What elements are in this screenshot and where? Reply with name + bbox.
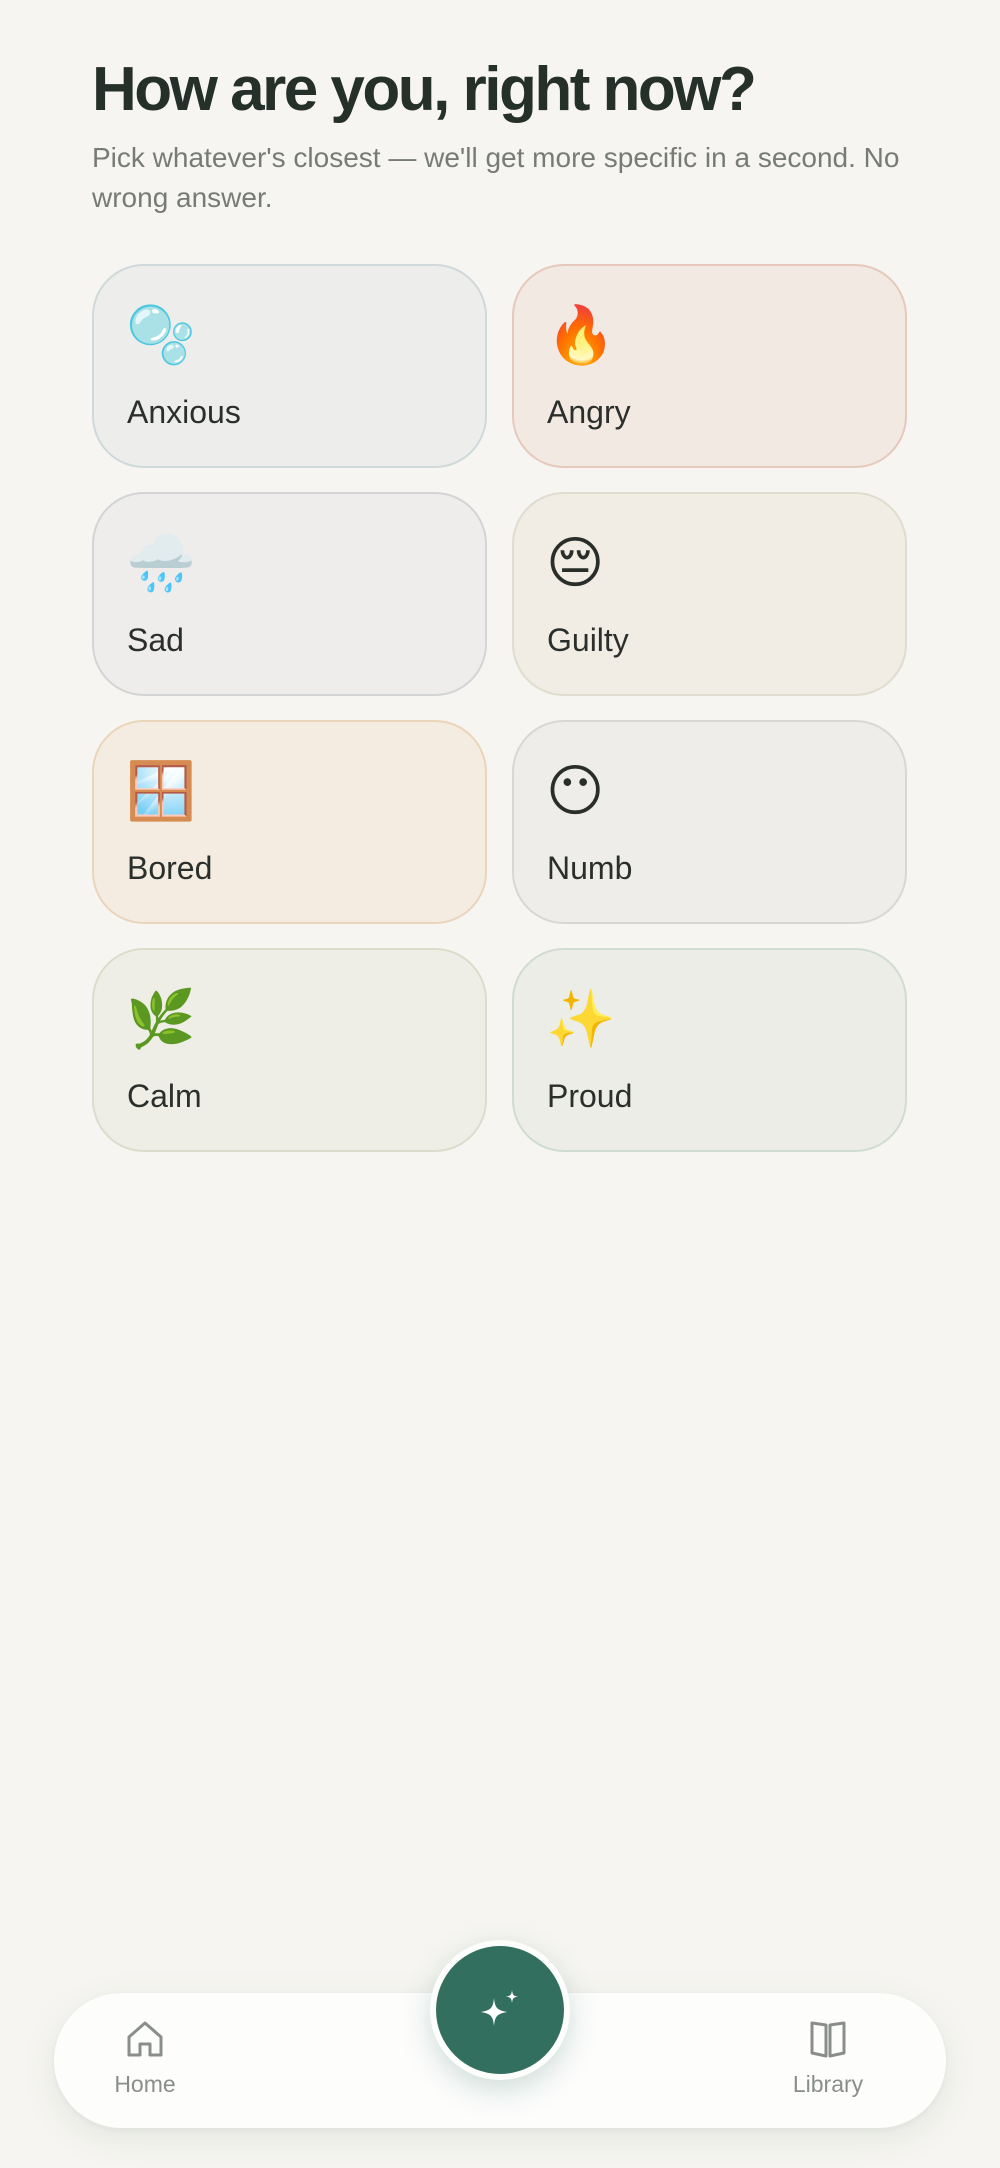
book-icon (810, 2021, 846, 2058)
pensive-face-icon: 😔 (546, 531, 605, 596)
sparkles-icon: ✨ (546, 987, 616, 1052)
page-subtitle: Pick whatever's closest — we'll get more… (92, 142, 900, 213)
mood-card-proud[interactable]: ✨ Proud (512, 948, 907, 1152)
mood-label: Calm (127, 1078, 202, 1114)
mood-card-bored[interactable]: 🪟 Bored (92, 720, 487, 924)
checkin-fab-button[interactable] (436, 1946, 564, 2074)
mood-card-sad[interactable]: 🌧️ Sad (92, 492, 487, 696)
page-title: How are you, right now? (92, 55, 757, 124)
mood-label: Angry (547, 394, 631, 430)
window-icon: 🪟 (126, 759, 196, 824)
herb-icon: 🌿 (126, 987, 196, 1052)
home-icon (127, 2021, 163, 2057)
nav-library-label: Library (792, 2071, 864, 2097)
mood-label: Numb (547, 850, 633, 886)
mood-label: Proud (547, 1078, 633, 1114)
mood-label: Guilty (547, 622, 629, 658)
bubbles-icon: 🫧 (126, 303, 196, 368)
nav-home[interactable]: Home (80, 2017, 210, 2098)
mood-card-calm[interactable]: 🌿 Calm (92, 948, 487, 1152)
no-mouth-face-icon: 😶 (546, 759, 605, 824)
mood-card-anxious[interactable]: 🫧 Anxious (92, 264, 487, 468)
mood-card-angry[interactable]: 🔥 Angry (512, 264, 907, 468)
nav-library[interactable]: Library (763, 2017, 893, 2098)
page-header: How are you, right now? Pick whatever's … (92, 52, 912, 218)
fire-icon: 🔥 (546, 303, 616, 368)
sparkle-icon (481, 1990, 518, 2026)
nav-home-label: Home (114, 2071, 176, 2097)
mood-card-guilty[interactable]: 😔 Guilty (512, 492, 907, 696)
mood-card-numb[interactable]: 😶 Numb (512, 720, 907, 924)
mood-label: Sad (127, 622, 184, 658)
mood-label: Anxious (127, 394, 241, 430)
mood-label: Bored (127, 850, 213, 886)
mood-grid: 🫧 Anxious 🔥 Angry 🌧️ Sad 😔 Guilty 🪟 Bore… (92, 264, 907, 1152)
rain-cloud-icon: 🌧️ (126, 531, 196, 596)
